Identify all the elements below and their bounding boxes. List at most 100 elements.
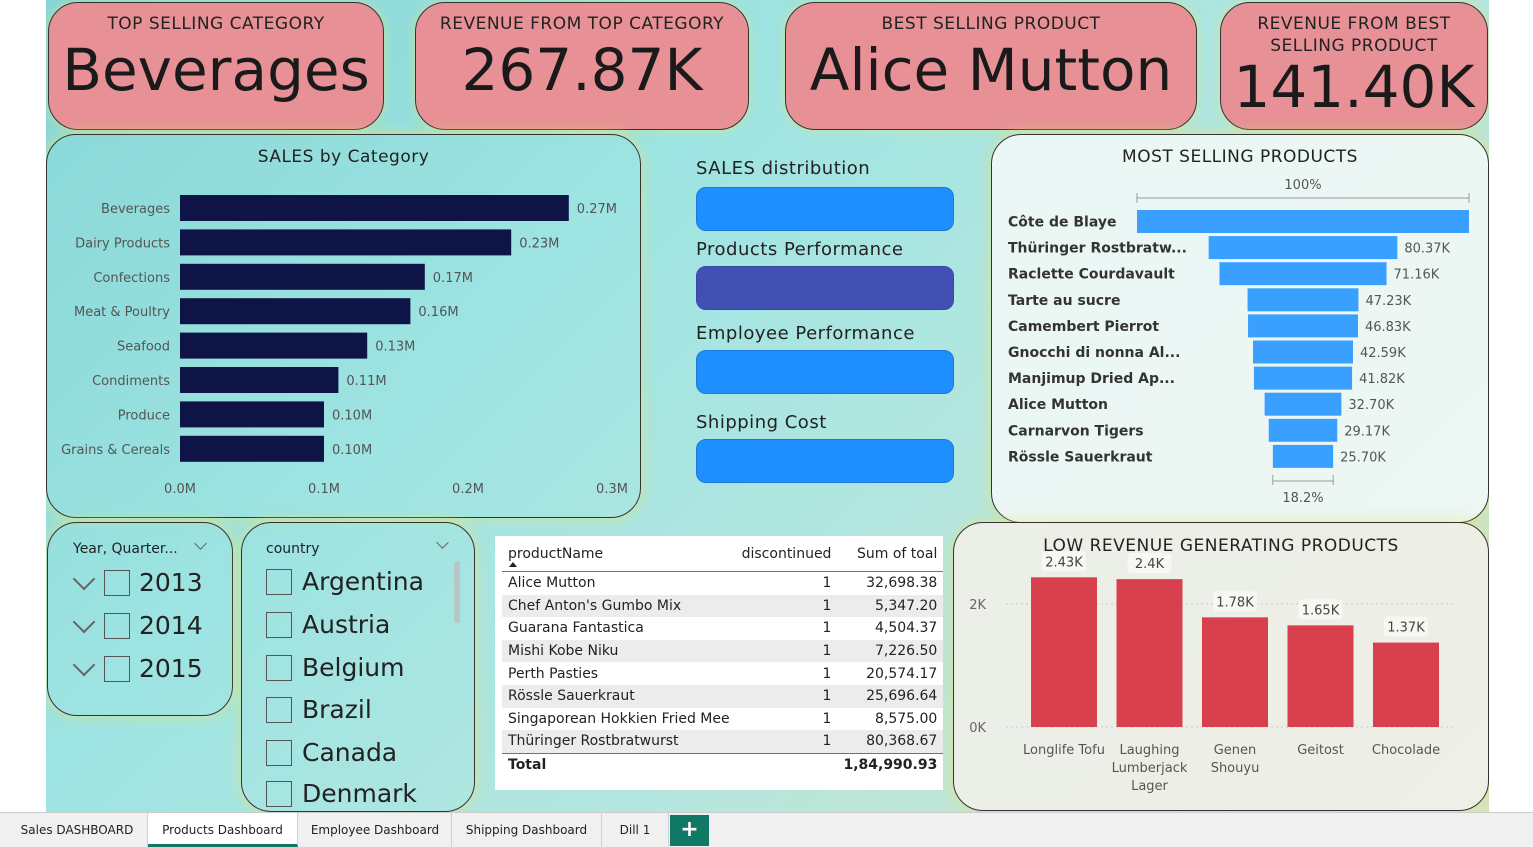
cell-discontinued: 1 <box>735 639 838 663</box>
nav-sales-distribution-button[interactable] <box>696 187 954 231</box>
country-slicer-item[interactable]: Austria <box>266 610 390 639</box>
checkbox[interactable] <box>266 780 292 807</box>
bar-0 <box>180 195 569 221</box>
category-label: Seafood <box>117 340 170 355</box>
data-label: 0.17M <box>433 271 473 286</box>
category-label: Confections <box>93 271 170 286</box>
bar-4 <box>180 332 368 359</box>
checkbox[interactable] <box>266 654 292 681</box>
country-slicer-item[interactable]: Argentina <box>266 567 424 596</box>
most-selling-products-panel[interactable]: MOST SELLING PRODUCTS 100% Côte de Blaye T… <box>991 134 1489 523</box>
nav-shipping-cost-button[interactable] <box>696 439 954 483</box>
cell-product-name: Thüringer Rostbratwurst <box>502 730 736 754</box>
data-label: 0.27M <box>577 202 617 217</box>
report-canvas: TOP SELLING CATEGORY Beverages REVENUE F… <box>46 0 1489 812</box>
kpi-best-product-revenue-card[interactable]: REVENUE FROM BEST SELLING PRODUCT 141.40… <box>1220 2 1488 130</box>
year-quarter-slicer[interactable]: Year, Quarter... 2013 2014 2015 <box>47 522 233 716</box>
sort-ascending-icon[interactable] <box>509 562 517 567</box>
bar-1 <box>180 229 512 256</box>
data-label: 0.10M <box>332 443 372 458</box>
low-revenue-products-panel[interactable]: LOW REVENUE GENERATING PRODUCTS 0K 2K 2.43… <box>953 522 1489 811</box>
scrollbar[interactable] <box>454 561 460 623</box>
country-slicer-item[interactable]: Brazil <box>266 695 372 724</box>
checkbox[interactable] <box>266 696 292 723</box>
kpi-top-category-card[interactable]: TOP SELLING CATEGORY Beverages <box>48 2 384 130</box>
nav-employee-performance-button[interactable] <box>696 350 954 394</box>
table-row[interactable]: Alice Mutton 1 32,698.38 <box>502 572 943 595</box>
nav-products-performance-button[interactable] <box>696 266 954 310</box>
sales-by-category-chart: Beverages 0.27M Dairy Products 0.23M Confect… <box>61 195 628 497</box>
x-tick-label: 0.3M <box>596 482 628 497</box>
chevron-down-icon[interactable] <box>436 536 449 549</box>
category-label: Geitost <box>1297 743 1344 758</box>
funnel-bar-9 <box>1272 444 1334 468</box>
country-slicer-item[interactable]: Belgium <box>266 653 405 682</box>
data-label: 0.10M <box>332 408 372 423</box>
funnel-bar-0 <box>1137 210 1469 233</box>
category-label: Longlife Tofu <box>1023 743 1105 758</box>
country-slicer[interactable]: country Argentina Austria Belgium Brazil… <box>241 522 475 812</box>
nav-employee-performance-label: Employee Performance <box>696 323 915 344</box>
funnel-data-label: 80.37K <box>1404 242 1450 257</box>
bar-2 <box>180 263 425 290</box>
kpi-best-product-card[interactable]: BEST SELLING PRODUCT Alice Mutton <box>785 2 1197 130</box>
table-row[interactable]: Rössle Sauerkraut 1 25,696.64 <box>502 684 944 708</box>
column-header-product-name[interactable]: productName <box>502 537 736 572</box>
funnel-bar-3 <box>1247 288 1359 312</box>
add-page-button[interactable]: + <box>670 815 709 846</box>
kpi-best-product-revenue-value: 141.40K <box>1233 53 1475 121</box>
table-row[interactable]: Chef Anton's Gumbo Mix 1 5,347.20 <box>502 594 944 618</box>
funnel-category-label: Manjimup Dried Ap... <box>1008 371 1175 387</box>
kpi-top-category-revenue-card[interactable]: REVENUE FROM TOP CATEGORY 267.87K <box>415 2 749 130</box>
country-slicer-item[interactable]: Denmark <box>266 779 417 808</box>
nav-shipping-cost-label: Shipping Cost <box>696 412 827 433</box>
funnel-top-label: 100% <box>1284 178 1321 193</box>
tab-products-dashboard[interactable]: Products Dashboard <box>148 813 298 847</box>
category-label: Laughing <box>1119 743 1179 758</box>
expand-chevron-icon[interactable] <box>72 567 96 590</box>
funnel-bar-4 <box>1248 314 1358 338</box>
tab-dill-1[interactable]: Dill 1 <box>602 813 669 847</box>
funnel-category-label: Tarte au sucre <box>1008 293 1120 309</box>
checkbox[interactable] <box>266 739 292 766</box>
tab-sales-dashboard[interactable]: Sales DASHBOARD <box>7 813 148 847</box>
checkbox[interactable] <box>104 655 130 682</box>
year-slicer-item[interactable]: 2015 <box>72 653 203 683</box>
table-row[interactable]: Singaporean Hokkien Fried Mee 1 8,575.00 <box>502 708 943 731</box>
expand-chevron-icon[interactable] <box>72 610 96 633</box>
checkbox[interactable] <box>104 569 130 596</box>
category-label: Produce <box>118 408 170 423</box>
column-header-discontinued[interactable]: discontinued <box>736 537 838 572</box>
checkbox[interactable] <box>266 611 292 638</box>
low-revenue-products-chart: 0K 2K 2.43K Longlife Tofu 2.4K Laughing Lumber… <box>969 551 1454 794</box>
checkbox[interactable] <box>104 612 130 639</box>
cell-discontinued: 1 <box>735 730 838 754</box>
table-row[interactable]: Thüringer Rostbratwurst 1 80,368.67 <box>502 730 944 754</box>
table-row[interactable]: Perth Pasties 1 20,574.17 <box>502 662 943 685</box>
chevron-down-icon[interactable] <box>194 537 207 550</box>
x-tick-label: 0.1M <box>308 482 340 497</box>
cell-discontinued: 1 <box>822 710 832 727</box>
category-label: Genen <box>1214 743 1257 758</box>
category-label: Condiments <box>92 374 170 389</box>
bar-5 <box>180 367 339 393</box>
tab-shipping-dashboard[interactable]: Shipping Dashboard <box>452 813 602 847</box>
table-row[interactable]: Mishi Kobe Niku 1 7,226.50 <box>502 639 944 663</box>
tab-employee-dashboard[interactable]: Employee Dashboard <box>299 813 452 847</box>
year-slicer-item[interactable]: 2013 <box>72 567 203 597</box>
category-label: Lumberjack <box>1112 761 1188 776</box>
discontinued-products-table[interactable]: productName discontinued Sum of toal Ali… <box>495 536 944 790</box>
data-label: 1.37K <box>1387 621 1425 636</box>
bar-6 <box>180 401 324 428</box>
expand-chevron-icon[interactable] <box>72 653 96 676</box>
column-header-sum[interactable]: Sum of toal <box>837 537 943 572</box>
column-1 <box>1116 579 1183 727</box>
sales-by-category-panel[interactable]: SALES by Category Beverages 0.27M Dairy Pr… <box>46 134 641 518</box>
checkbox[interactable] <box>266 568 292 595</box>
table-row[interactable]: Guarana Fantastica 1 4,504.37 <box>502 617 943 640</box>
funnel-bar-5 <box>1253 340 1353 364</box>
country-slicer-item[interactable]: Canada <box>266 738 397 767</box>
funnel-category-label: Gnocchi di nonna Al... <box>1008 345 1180 361</box>
year-slicer-item[interactable]: 2014 <box>72 610 203 640</box>
cell-product-name: Perth Pasties <box>508 665 599 682</box>
